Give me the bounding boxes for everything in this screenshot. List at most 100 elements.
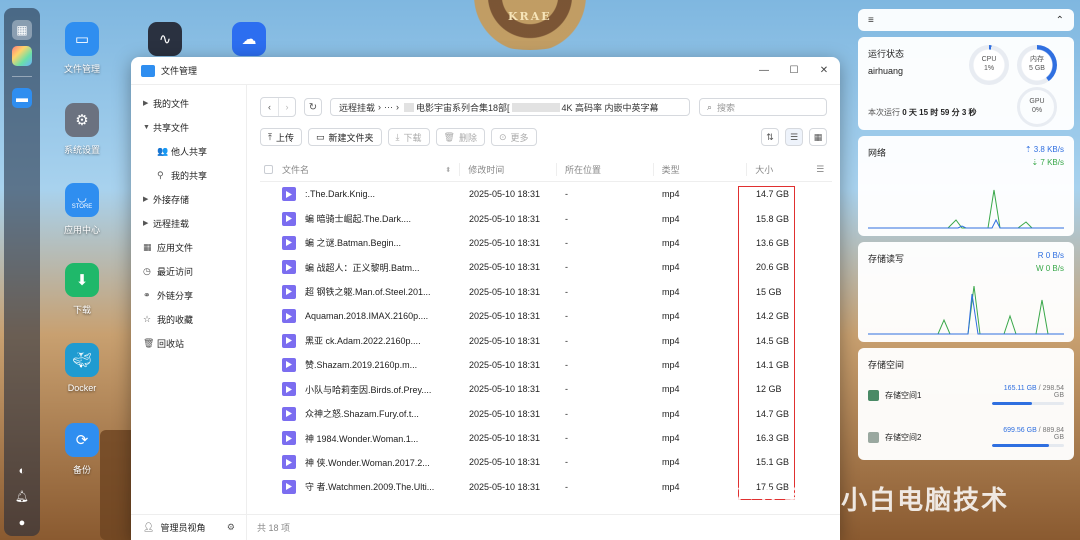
minimize-button[interactable]: — — [758, 65, 770, 76]
column-header-name[interactable]: 文件名 — [282, 163, 309, 176]
sidebar-item-my-files[interactable]: ▶ 我的文件 — [131, 91, 246, 115]
desktop-icon-app-center[interactable]: ◡ STORE 应用中心 — [47, 183, 117, 236]
new-folder-button[interactable]: ▭ 新建文件夹 — [308, 128, 382, 146]
table-row[interactable]: 众神之怒.Shazam.Fury.of.t... 2025-05-10 18:31… — [260, 402, 832, 426]
forward-button[interactable]: › — [278, 98, 295, 116]
window-titlebar[interactable]: 文件管理 — ☐ ✕ — [131, 57, 840, 85]
file-time: 2025-05-10 18:31 — [469, 262, 541, 273]
sidebar-item-link-shares[interactable]: ⚭ 外链分享 — [131, 283, 246, 307]
select-all-checkbox[interactable] — [264, 165, 274, 174]
breadcrumb[interactable]: 远程挂载 › ··· › 电影宇宙系列合集18部[ 4K 高码率 内嵌中英字幕 — [330, 98, 690, 116]
widget-menu-icon[interactable]: ≡ — [868, 15, 874, 26]
column-header-type[interactable]: 类型 — [652, 163, 747, 176]
desktop-icon-cloud[interactable]: ☁ — [214, 22, 284, 62]
file-name[interactable]: 蝙 战超人：正义黎明.Batm... — [305, 261, 420, 274]
left-dock: ▦ ▬ ◐ 🔔︎ ● — [4, 8, 40, 536]
sort-button[interactable]: ⇅ — [761, 128, 779, 146]
storage-item[interactable]: 存储空间1 165.11 GB / 298.54 GB — [868, 385, 1064, 405]
table-row[interactable]: 蝙 战超人：正义黎明.Batm... 2025-05-10 18:31 - mp4 20… — [260, 255, 832, 279]
table-row[interactable]: 神 侠.Wonder.Woman.2017.2... 2025-05-10 18:… — [260, 450, 832, 474]
table-row[interactable]: 蝙 暗骑士崛起.The.Dark.... 2025-05-10 18:31 - mp4… — [260, 206, 832, 230]
file-name[interactable]: 超 钢铁之躯.Man.of.Steel.201... — [305, 285, 431, 298]
desktop-icon-monitor[interactable]: ∿ — [130, 22, 200, 62]
table-row[interactable]: Aquaman.2018.IMAX.2160p.... 2025-05-10 18… — [260, 304, 832, 328]
search-input[interactable]: ⌕ 搜索 — [699, 98, 827, 116]
column-header-size[interactable]: 大小 — [746, 163, 816, 176]
table-row[interactable]: 蝙 之谜.Batman.Begin... 2025-05-10 18:31 - mp4… — [260, 231, 832, 255]
sidebar-item-recent[interactable]: ◷ 最近访问 — [131, 259, 246, 283]
maximize-button[interactable]: ☐ — [788, 65, 800, 76]
column-header-location[interactable]: 所在位置 — [555, 163, 653, 176]
disk-io-widget[interactable]: 存储读写 R 0 B/s W 0 B/s — [858, 242, 1074, 342]
desktop-icon-docker[interactable]: 🐳︎ Docker — [47, 343, 117, 393]
dock-status-icon[interactable]: ◐ — [15, 464, 29, 478]
sidebar-item-others-shared[interactable]: 👥 他人共享 — [131, 139, 246, 163]
breadcrumb-segment[interactable]: 电影宇宙系列合集18部[ — [416, 101, 510, 114]
file-size: 14.2 GB — [756, 311, 790, 322]
sidebar-item-shared-files[interactable]: ▼ 共享文件 — [131, 115, 246, 139]
dock-user-icon[interactable]: ● — [15, 516, 29, 530]
sidebar-item-recycle-bin[interactable]: 🗑 回收站 — [131, 331, 246, 355]
table-row[interactable]: :.The.Dark.Knig... 2025-05-10 18:31 - mp4 14… — [260, 182, 832, 206]
more-button[interactable]: ⊙ 更多 — [490, 128, 537, 146]
system-status-widget[interactable]: 运行状态 airhuang CPU 1% 内存 5 GB GPU 0% 本次运行 0 … — [858, 37, 1074, 130]
download-button[interactable]: ⤓ 下载 — [387, 128, 430, 146]
breadcrumb-root[interactable]: 远程挂载 — [339, 101, 375, 114]
sidebar-item-my-shares[interactable]: ⚲ 我的共享 — [131, 163, 246, 187]
network-widget[interactable]: 网络 ⇡ 3.8 KB/s ⇣ 7 KB/s — [858, 136, 1074, 236]
breadcrumb-ellipsis[interactable]: ··· — [384, 102, 393, 112]
file-name[interactable]: :.The.Dark.Knig... — [305, 189, 375, 199]
list-view-button[interactable]: ☰ — [785, 128, 803, 146]
video-file-icon — [282, 455, 296, 470]
table-row[interactable]: 神 1984.Wonder.Woman.1... 2025-05-10 18:31… — [260, 426, 832, 450]
caret-down-icon: ▼ — [143, 123, 150, 131]
file-name[interactable]: 神 侠.Wonder.Woman.2017.2... — [305, 456, 430, 469]
breadcrumb-segment[interactable]: 4K 高码率 内嵌中英字幕 — [562, 101, 659, 114]
dock-menu-icon[interactable]: ▦ — [12, 20, 32, 40]
desktop-icon-backup[interactable]: ⟳ 备份 — [47, 423, 117, 476]
caret-right-icon: ▶ — [143, 220, 149, 227]
desktop-icon-download[interactable]: ⬇ 下载 — [47, 263, 117, 316]
sidebar-item-remote-mount[interactable]: ▶ 远程挂载 — [131, 211, 246, 235]
file-name[interactable]: 蝙 之谜.Batman.Begin... — [305, 236, 401, 249]
storage-item[interactable]: 存储空间2 699.56 GB / 889.84 GB — [868, 427, 1064, 447]
upload-button[interactable]: ⤒ 上传 — [260, 128, 302, 146]
file-name[interactable]: 黑亚 ck.Adam.2022.2160p.... — [305, 334, 421, 347]
storage-widget[interactable]: 存储空间 存储空间1 165.11 GB / 298.54 GB 存储空间2 6… — [858, 348, 1074, 460]
refresh-button[interactable]: ↻ — [304, 98, 322, 116]
dock-file-manager-icon[interactable]: ▬ — [12, 88, 32, 108]
sidebar-item-favorites[interactable]: ☆ 我的收藏 — [131, 307, 246, 331]
delete-button[interactable]: 🗑︎ 删除 — [435, 128, 485, 146]
column-settings-icon[interactable]: ☰ — [816, 164, 832, 175]
close-button[interactable]: ✕ — [818, 65, 830, 76]
table-row[interactable]: 超 钢铁之躯.Man.of.Steel.201... 2025-05-10 18:… — [260, 280, 832, 304]
file-name[interactable]: 小队与哈莉奎因.Birds.of.Prey.... — [305, 383, 431, 396]
desktop-icon-settings[interactable]: ⚙ 系统设置 — [47, 103, 117, 156]
file-name[interactable]: 蝙 暗骑士崛起.The.Dark.... — [305, 212, 411, 225]
file-name[interactable]: 神 1984.Wonder.Woman.1... — [305, 432, 418, 445]
file-name[interactable]: 众神之怒.Shazam.Fury.of.t... — [305, 407, 419, 420]
dock-bell-icon[interactable]: 🔔︎ — [15, 490, 29, 504]
file-name[interactable]: 守 者.Watchmen.2009.The.Ulti... — [305, 480, 434, 493]
table-row[interactable]: 小队与哈莉奎因.Birds.of.Prey.... 2025-05-10 18:3… — [260, 377, 832, 401]
sidebar-item-label: 应用文件 — [157, 242, 194, 253]
status-bar: 共 18 项 — [247, 514, 840, 540]
sort-icon[interactable]: ⬍ — [445, 166, 451, 174]
dock-apps-icon[interactable] — [12, 46, 32, 66]
search-placeholder: 搜索 — [717, 102, 736, 113]
sidebar-item-external-storage[interactable]: ▶ 外接存储 — [131, 187, 246, 211]
collapse-icon[interactable]: ⌃ — [1056, 15, 1064, 26]
table-header: 文件名 ⬍ 修改时间 所在位置 类型 大小 ☰ — [260, 158, 832, 182]
file-name[interactable]: 赞.Shazam.2019.2160p.m... — [305, 358, 417, 371]
back-button[interactable]: ‹ — [261, 98, 278, 116]
file-name[interactable]: Aquaman.2018.IMAX.2160p.... — [305, 311, 428, 321]
admin-view-toggle[interactable]: 👤︎ 管理员视角 ⚙ — [131, 514, 247, 540]
table-row[interactable]: 黑亚 ck.Adam.2022.2160p.... 2025-05-10 18:3… — [260, 328, 832, 352]
download-arrow-icon: ⇣ — [1031, 157, 1039, 167]
column-header-time[interactable]: 修改时间 — [459, 163, 556, 176]
sidebar-item-app-files[interactable]: ▦ 应用文件 — [131, 235, 246, 259]
grid-view-button[interactable]: ▦ — [809, 128, 827, 146]
settings-gear-icon[interactable]: ⚙ — [227, 522, 235, 533]
desktop-icon-file-manager[interactable]: ▭ 文件管理 — [47, 22, 117, 75]
table-row[interactable]: 赞.Shazam.2019.2160p.m... 2025-05-10 18:31… — [260, 353, 832, 377]
